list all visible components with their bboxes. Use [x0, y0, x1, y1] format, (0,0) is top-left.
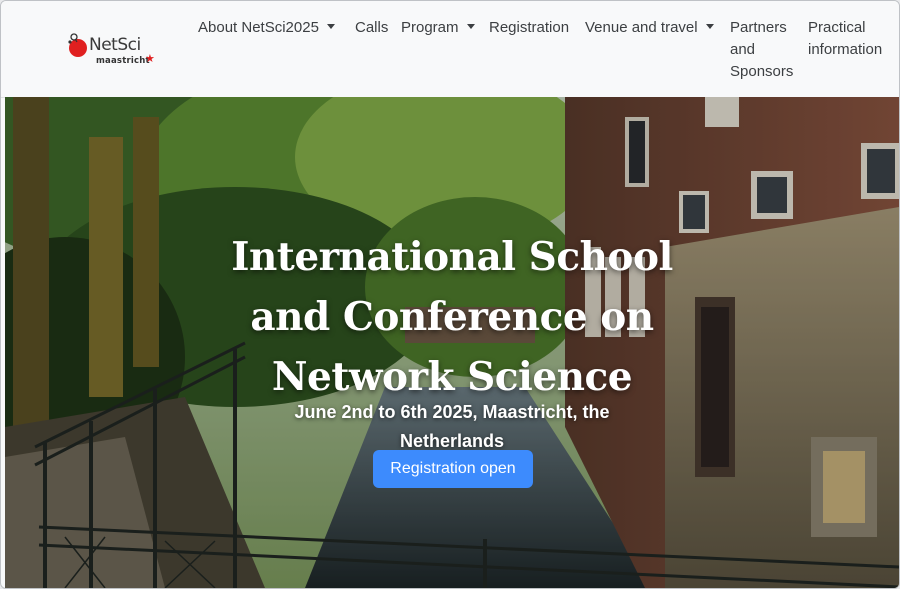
hero-title: International School and Conference on N…	[231, 234, 673, 401]
chevron-down-icon	[705, 24, 714, 29]
site-logo[interactable]: NetSci maastricht ★	[67, 33, 159, 69]
nav-about-label: About NetSci2025	[198, 19, 319, 36]
nav-program[interactable]: Program	[401, 17, 475, 39]
chevron-down-icon	[466, 24, 475, 29]
star-icon: ★	[145, 53, 155, 65]
nav-venue-and-travel[interactable]: Venue and travel	[585, 17, 714, 39]
nav-registration-label: Registration	[489, 19, 570, 36]
browser-viewport: NetSci maastricht ★ About NetSci2025 Cal…	[0, 0, 900, 589]
logo-subtitle: maastricht	[96, 56, 150, 66]
nav-registration[interactable]: Registration	[489, 17, 569, 39]
nav-practical-information[interactable]: Practical information	[808, 17, 894, 61]
nav-calls[interactable]: Calls	[355, 17, 388, 39]
nav-about-netsci2025[interactable]: About NetSci2025	[198, 17, 335, 39]
navbar: NetSci maastricht ★ About NetSci2025 Cal…	[1, 1, 899, 98]
nav-program-label: Program	[401, 19, 459, 36]
logo-wordmark: NetSci	[89, 35, 141, 55]
chevron-down-icon	[326, 24, 335, 29]
hero-subtitle: June 2nd to 6th 2025, Maastricht, the Ne…	[294, 402, 610, 451]
nav-venue-label: Venue and travel	[585, 19, 698, 36]
nav-practical-label: Practical information	[808, 19, 883, 58]
nav-partners-and-sponsors[interactable]: Partners and Sponsors	[730, 17, 800, 83]
nav-partners-label: Partners and Sponsors	[730, 19, 794, 80]
hero-section: International School and Conference on N…	[5, 97, 899, 588]
nav-calls-label: Calls	[355, 19, 389, 36]
registration-open-button[interactable]: Registration open	[373, 450, 533, 488]
